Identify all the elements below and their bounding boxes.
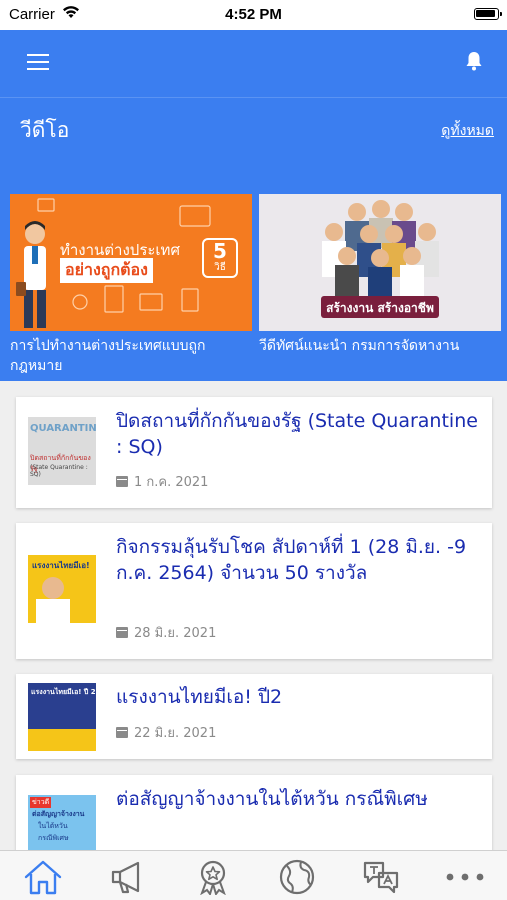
thumbnail-subtext-2: กรณีพิเศษ <box>38 834 69 842</box>
calendar-icon <box>116 476 128 487</box>
thumbnail-person-body <box>36 599 70 623</box>
news-title: ปิดสถานที่กักกันของรัฐ (State Quarantine… <box>116 410 478 458</box>
award-icon[interactable] <box>193 859 233 895</box>
news-thumbnail: แรงงานไทยมีเอ! <box>28 555 96 623</box>
news-thumbnail: ข่าวดี ต่อสัญญาจ้างงาน ในไต้หวัน กรณีพิเ… <box>28 795 96 855</box>
news-card[interactable]: แรงงานไทยมีเอ! ปี 2 แรงงานไทยมีเอ! ปี2 2… <box>16 674 492 759</box>
tab-bar <box>0 850 507 900</box>
thumbnail-stripe <box>28 729 96 751</box>
news-date: 1 ก.ค. 2021 <box>116 471 208 492</box>
thumbnail-text: แรงงานไทยมีเอ! ปี 2 <box>31 688 96 696</box>
news-title: กิจกรรมลุ้นรับโชค สัปดาห์ที่ 1 (28 มิ.ย.… <box>116 536 467 584</box>
thumbnail-text: แรงงานไทยมีเอ! <box>32 561 90 570</box>
video-caption: การไปทำงานต่างประเทศแบบถูกกฎหมาย <box>10 338 206 374</box>
news-card[interactable]: ข่าวดี ต่อสัญญาจ้างงาน ในไต้หวัน กรณีพิเ… <box>16 775 492 855</box>
thumbnail-banner: สร้างงาน สร้างอาชีพ <box>326 301 434 315</box>
thumbnail-badge-unit: วิธี <box>214 262 226 273</box>
news-card[interactable]: แรงงานไทยมีเอ! กิจกรรมลุ้นรับโชค สัปดาห์… <box>16 523 492 659</box>
nav-bar <box>0 30 507 98</box>
news-date-text: 28 มิ.ย. 2021 <box>134 626 217 641</box>
news-title: ต่อสัญญาจ้างงานในไต้หวัน กรณีพิเศษ <box>116 788 428 810</box>
thumbnail-tag: ข่าวดี <box>30 797 52 808</box>
calendar-icon <box>116 627 128 638</box>
thumbnail-person <box>42 577 64 599</box>
globe-icon[interactable] <box>277 859 317 895</box>
section-title: วีดีโอ <box>20 118 70 142</box>
news-date-text: 22 มิ.ย. 2021 <box>134 726 217 741</box>
calendar-icon <box>116 727 128 738</box>
status-bar: Carrier 4:52 PM <box>0 0 507 30</box>
video-card[interactable]: ทำงานต่างประเทศ อย่างถูกต้อง 5 วิธี การไ… <box>10 194 252 376</box>
thumbnail-badge-number: 5 <box>213 239 227 263</box>
news-card[interactable]: QUARANTINE ปิดสถานที่กักกันของรัฐ (State… <box>16 397 492 508</box>
home-icon[interactable] <box>23 859 63 895</box>
thumbnail-badge: 5 วิธี <box>202 238 238 278</box>
news-date-text: 1 ก.ค. 2021 <box>134 475 209 490</box>
news-date: 22 มิ.ย. 2021 <box>116 722 216 743</box>
battery-icon <box>474 8 502 20</box>
bell-icon[interactable] <box>465 50 483 72</box>
see-all-link[interactable]: ดูทั้งหมด <box>441 120 494 142</box>
thumbnail-text-2: อย่างถูกต้อง <box>60 258 153 283</box>
more-icon[interactable] <box>443 859 487 895</box>
megaphone-icon[interactable] <box>108 859 148 895</box>
video-thumbnail: ทำงานต่างประเทศ อย่างถูกต้อง 5 วิธี <box>10 194 252 331</box>
news-thumbnail: QUARANTINE ปิดสถานที่กักกันของรัฐ (State… <box>28 417 96 485</box>
thumbnail-subtext-2: (State Quarantine : SQ) <box>30 464 88 478</box>
thumbnail-subtext: ในไต้หวัน <box>38 822 68 830</box>
video-card[interactable]: สร้างงาน สร้างอาชีพ วีดีทัศน์แนะนำ กรมกา… <box>259 194 501 356</box>
news-date: 28 มิ.ย. 2021 <box>116 622 216 643</box>
hamburger-menu-icon[interactable] <box>27 54 49 70</box>
news-thumbnail: แรงงานไทยมีเอ! ปี 2 <box>28 683 96 751</box>
thumbnail-text: QUARANTINE <box>30 423 96 434</box>
video-section: วีดีโอ ดูทั้งหมด ทำงานต่างประเทศ อย่างถู… <box>0 30 507 381</box>
video-thumbnail: สร้างงาน สร้างอาชีพ <box>259 194 501 331</box>
translate-icon[interactable] <box>361 859 401 895</box>
news-title: แรงงานไทยมีเอ! ปี2 <box>116 686 283 708</box>
clock: 4:52 PM <box>225 6 282 23</box>
thumbnail-text: ต่อสัญญาจ้างงาน <box>32 810 85 818</box>
video-caption: วีดีทัศน์แนะนำ กรมการจัดหางาน <box>259 338 460 354</box>
